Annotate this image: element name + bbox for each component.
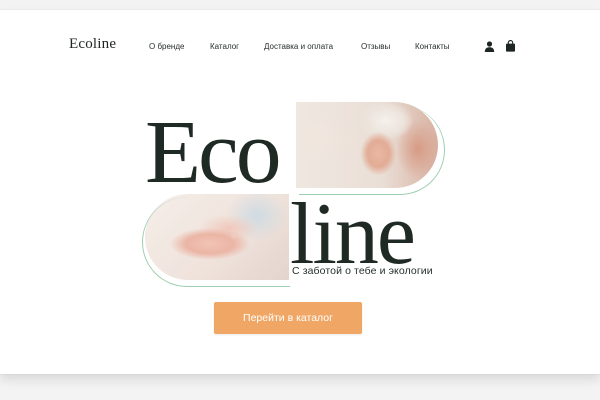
hero-tagline: С заботой о тебе и экологии [292, 265, 433, 277]
landing-page: Ecoline О бренде Каталог Доставка и опла… [0, 10, 600, 374]
go-to-catalog-button[interactable]: Перейти в каталог [214, 302, 362, 334]
nav-item-contacts[interactable]: Контакты [415, 42, 450, 51]
nav-item-about[interactable]: О бренде [149, 42, 184, 51]
decorative-outline [299, 105, 445, 195]
shopping-bag-icon[interactable] [505, 40, 516, 52]
brand-logo[interactable]: Ecoline [69, 36, 116, 53]
decorative-outline [142, 197, 290, 287]
nav-item-reviews[interactable]: Отзывы [361, 42, 390, 51]
user-icon[interactable] [484, 41, 495, 52]
nav-item-catalog[interactable]: Каталог [210, 42, 239, 51]
hero-title-eco: Eco [145, 103, 282, 202]
nav-item-delivery[interactable]: Доставка и оплата [264, 42, 333, 51]
